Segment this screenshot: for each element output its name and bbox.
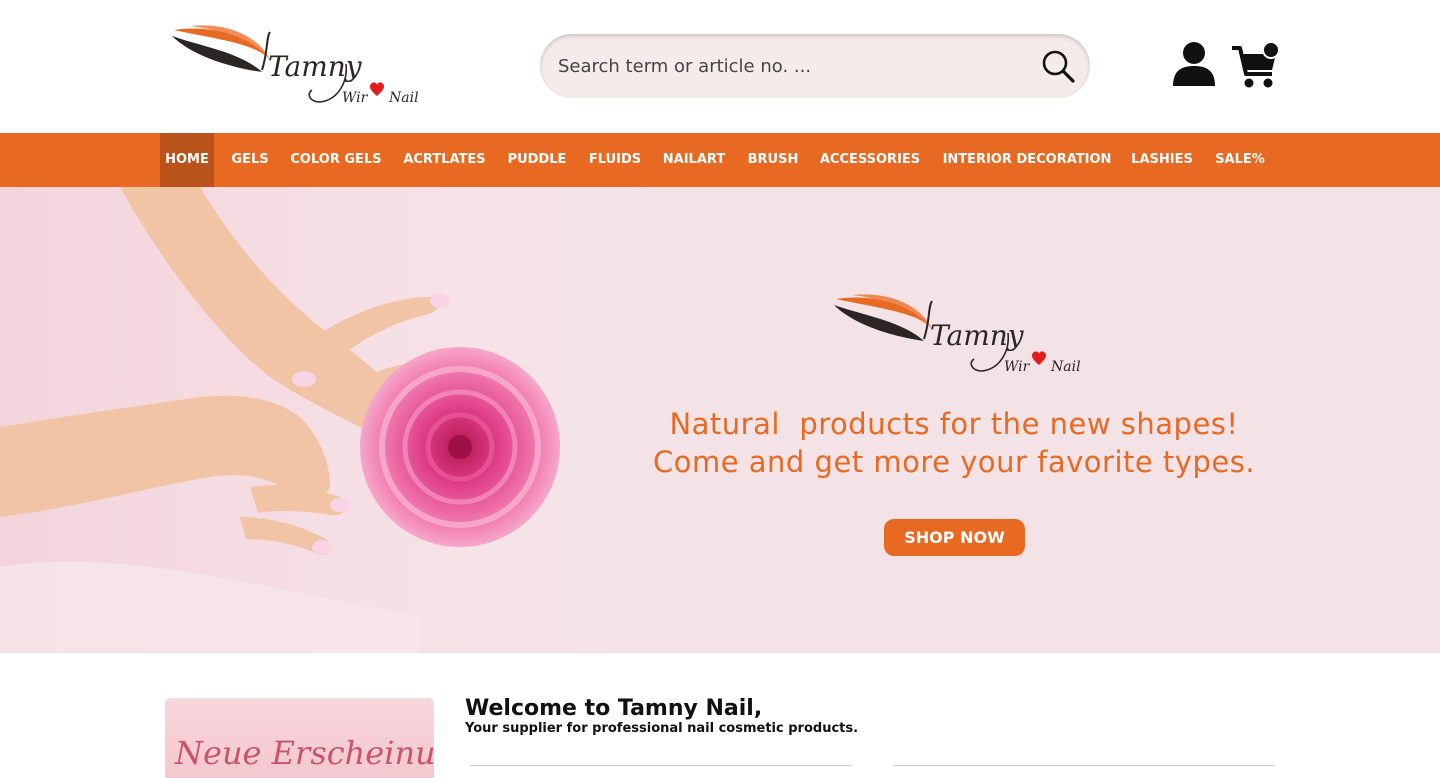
cart-icon[interactable] [1230,40,1282,90]
main-nav: HOME GELS COLOR GELS ACRTLATES PUDDLE FL… [0,133,1440,187]
section-divider [470,765,852,766]
welcome-title: Welcome to Tamny Nail, [465,696,763,721]
svg-text:Wir: Wir [1004,359,1031,375]
welcome-subtitle: Your supplier for professional nail cosm… [465,721,859,736]
nav-item-brush[interactable]: BRUSH [740,133,806,187]
svg-text:Wir: Wir [342,90,369,106]
heart-icon [369,82,385,96]
search-input[interactable] [558,34,1018,98]
hero-headline: Natural products for the new shapes! Com… [604,405,1304,481]
nav-item-color-gels[interactable]: COLOR GELS [284,133,388,187]
site-logo[interactable]: Tamny Wir Nail [170,22,420,114]
hero-line-1: Natural products for the new shapes! [669,407,1239,441]
nav-item-sale[interactable]: SALE% [1208,133,1272,187]
hero-image [0,187,660,653]
promo-card[interactable]: Neue Erscheinung [165,698,434,778]
user-icon[interactable] [1170,40,1218,88]
nav-item-nailart[interactable]: NAILART [657,133,731,187]
nav-item-acrtlates[interactable]: ACRTLATES [397,133,492,187]
section-divider [893,765,1275,766]
nav-item-gels[interactable]: GELS [225,133,275,187]
nav-item-home[interactable]: HOME [160,133,214,187]
cart-badge [1262,41,1280,59]
hero-line-2: Come and get more your favorite types. [652,445,1256,479]
search-bar [540,34,1090,98]
nav-item-accessories[interactable]: ACCESSORIES [815,133,925,187]
promo-text: Neue Erscheinung [175,734,434,772]
search-icon[interactable] [1040,48,1076,84]
svg-text:Nail: Nail [1050,359,1081,375]
hero-banner: Tamny Wir Nail Natural products for the … [0,187,1440,653]
hero-logo: Tamny Wir Nail [834,294,1081,375]
site-header: Tamny Wir Nail [0,0,1440,133]
svg-text:Tamny: Tamny [930,319,1025,352]
svg-text:Tamny: Tamny [268,50,363,83]
heart-icon [1031,351,1047,365]
nav-item-puddle[interactable]: PUDDLE [501,133,573,187]
svg-text:Nail: Nail [388,90,419,106]
nav-item-lashies[interactable]: LASHIES [1125,133,1199,187]
nav-item-interior-decoration[interactable]: INTERIOR DECORATION [938,133,1116,187]
nav-item-fluids[interactable]: FLUIDS [582,133,648,187]
shop-now-button[interactable]: SHOP NOW [884,519,1025,556]
